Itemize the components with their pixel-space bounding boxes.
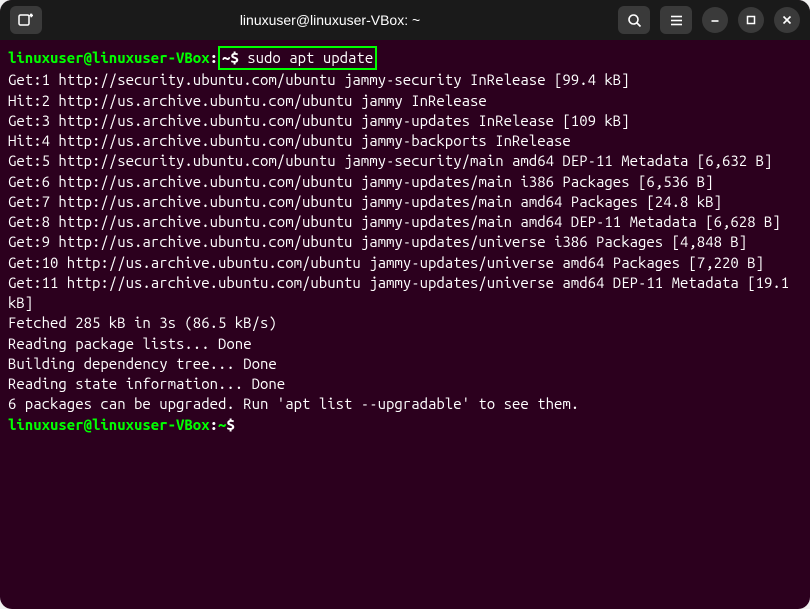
prompt-dollar: $ [226,416,234,433]
hamburger-icon [669,13,684,28]
prompt-dollar: $ [230,49,238,66]
command-text: sudo apt update [247,49,373,66]
output-line: Hit:4 http://us.archive.ubuntu.com/ubunt… [8,131,802,151]
output-line: Hit:2 http://us.archive.ubuntu.com/ubunt… [8,91,802,111]
output-line: Get:10 http://us.archive.ubuntu.com/ubun… [8,253,802,273]
output-line: Get:3 http://us.archive.ubuntu.com/ubunt… [8,111,802,131]
output-line: Get:7 http://us.archive.ubuntu.com/ubunt… [8,192,802,212]
menu-button[interactable] [660,6,692,34]
output-line: 6 packages can be upgraded. Run 'apt lis… [8,394,802,414]
output-line: Get:8 http://us.archive.ubuntu.com/ubunt… [8,212,802,232]
output-line: Get:6 http://us.archive.ubuntu.com/ubunt… [8,172,802,192]
minimize-icon [709,14,721,26]
titlebar-right [618,6,800,34]
output-line: Fetched 285 kB in 3s (86.5 kB/s) [8,313,802,333]
window-title: linuxuser@linuxuser-VBox: ~ [50,12,610,28]
search-icon [627,13,642,28]
maximize-button[interactable] [738,7,764,33]
output-line: Reading state information... Done [8,374,802,394]
close-button[interactable] [774,7,800,33]
prompt-colon: : [210,49,218,66]
prompt-line-1: linuxuser@linuxuser-VBox:~$ sudo apt upd… [8,46,802,70]
output-line: Get:5 http://security.ubuntu.com/ubuntu … [8,151,802,171]
new-tab-button[interactable] [10,6,42,34]
prompt-line-2: linuxuser@linuxuser-VBox:~$ [8,415,802,435]
output-line: Building dependency tree... Done [8,354,802,374]
titlebar: linuxuser@linuxuser-VBox: ~ [0,0,810,40]
output-line: Reading package lists... Done [8,334,802,354]
search-button[interactable] [618,6,650,34]
terminal-window: linuxuser@linuxuser-VBox: ~ [0,0,810,609]
close-icon [781,14,793,26]
minimize-button[interactable] [702,7,728,33]
prompt-user-host: linuxuser@linuxuser-VBox [8,416,210,433]
terminal-content[interactable]: linuxuser@linuxuser-VBox:~$ sudo apt upd… [0,40,810,609]
maximize-icon [745,14,757,26]
prompt-user-host: linuxuser@linuxuser-VBox [8,49,210,66]
output-line: Get:1 http://security.ubuntu.com/ubuntu … [8,70,802,90]
output-line: Get:9 http://us.archive.ubuntu.com/ubunt… [8,232,802,252]
highlighted-command-box: ~$ sudo apt update [218,46,377,70]
output-line: Get:11 http://us.archive.ubuntu.com/ubun… [8,273,802,314]
new-tab-icon [18,12,34,28]
titlebar-left [10,6,42,34]
prompt-colon: : [210,416,218,433]
